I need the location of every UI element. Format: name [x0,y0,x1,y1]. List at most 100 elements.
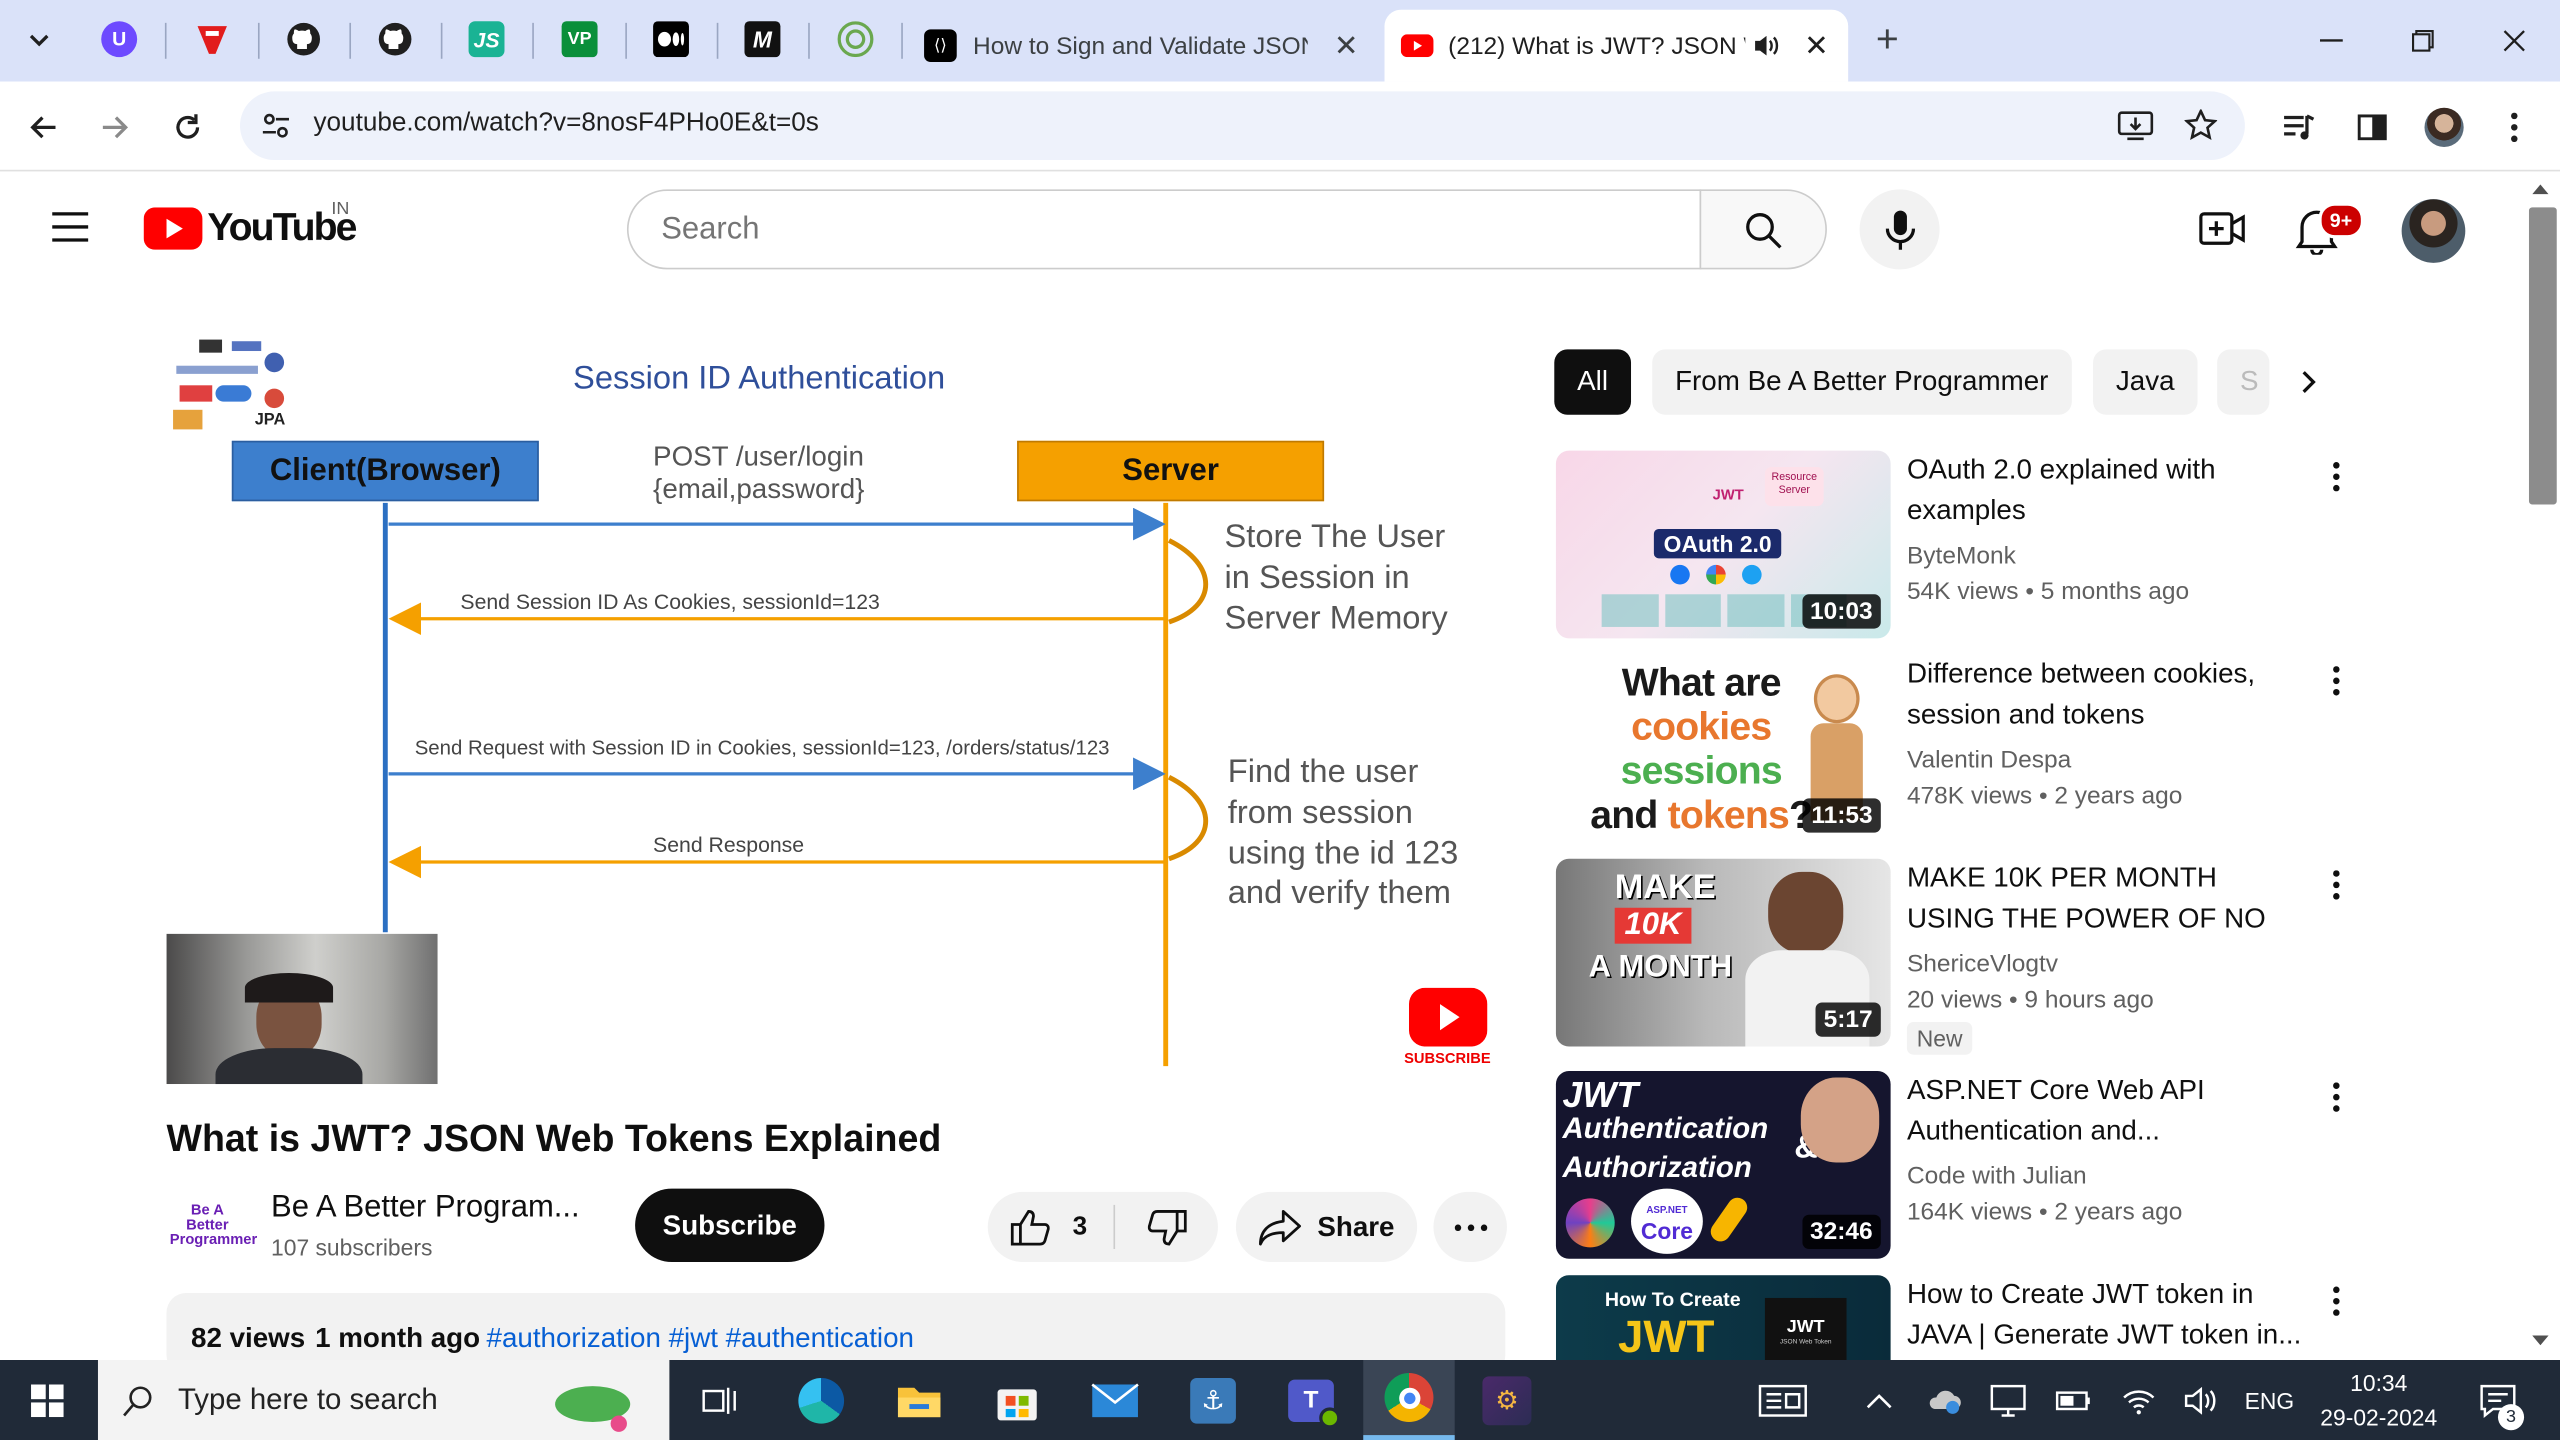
video-thumbnail[interactable]: What are cookies sessions and tokens? 11… [1555,654,1891,843]
more-options-button[interactable] [2320,865,2353,904]
taskbar-search-box[interactable]: Type here to search [97,1360,670,1440]
video-thumbnail[interactable]: JWT Authentication Authorization & ASP.N… [1555,1071,1891,1259]
list-item[interactable]: JWT Authentication Authorization & ASP.N… [1555,1071,2356,1259]
browser-menu-button[interactable] [2488,101,2540,153]
pinned-tab-js[interactable]: JS [464,16,510,62]
media-control-button[interactable] [2273,101,2325,153]
more-options-button[interactable] [2320,1078,2353,1117]
video-thumbnail[interactable]: MAKE 10K A MONTH 5:17 [1555,858,1891,1047]
file-explorer-button[interactable] [885,1360,954,1440]
tray-icon-display[interactable] [1987,1360,2029,1440]
tab-what-is-jwt[interactable]: (212) What is JWT? JSON W ✕ [1384,9,1849,82]
guide-menu-button[interactable] [49,209,91,245]
account-avatar[interactable] [2401,199,2466,263]
more-options-button[interactable] [2320,457,2353,496]
forward-button[interactable] [88,101,140,153]
new-tab-button[interactable]: + [1863,16,1912,65]
search-box[interactable] [626,189,1702,270]
chips-next-button[interactable] [2272,349,2345,415]
video-thumbnail[interactable]: JWT Resource Server OAuth 2.0 10:03 [1555,450,1891,639]
youtube-logo[interactable]: YouTube [143,206,357,252]
eclipse-taskbar-button[interactable]: ⚙ [1469,1360,1544,1440]
more-options-button[interactable] [2320,661,2353,700]
site-info-icon[interactable] [261,111,290,140]
hashtags[interactable]: #authorization #jwt #authentication [487,1322,914,1355]
input-language[interactable]: ENG [2237,1360,2302,1440]
teams-button[interactable]: T [1277,1360,1346,1440]
channel-name[interactable]: ByteMonk [1907,542,2016,570]
scroll-up-arrow[interactable] [2532,184,2549,195]
tab-search-button[interactable] [16,16,62,62]
list-item[interactable]: What are cookies sessions and tokens? 11… [1555,654,2356,843]
pinned-tab-github-2[interactable] [372,16,418,62]
chip-all[interactable]: All [1554,349,1631,415]
pinned-tab-medium[interactable] [648,16,694,62]
list-item[interactable]: How To Create JWT JWT JSON Web Token How… [1555,1275,2356,1360]
profile-button[interactable] [2418,101,2470,153]
pinned-tab-t[interactable] [189,16,235,62]
channel-name[interactable]: ShericeVlogtv [1907,950,2058,978]
back-button[interactable] [18,101,70,153]
dislike-button[interactable] [1115,1192,1218,1262]
minimize-button[interactable] [2307,16,2356,65]
video-title[interactable]: How to Create JWT token in JAVA | Genera… [1907,1275,2307,1355]
share-button[interactable]: Share [1235,1191,1418,1263]
news-widget-button[interactable] [1750,1360,1815,1440]
scrollbar-thumb[interactable] [2528,207,2557,505]
video-title[interactable]: OAuth 2.0 explained with examples [1907,451,2307,531]
chip-more[interactable]: S [2217,349,2270,415]
show-hidden-icons-button[interactable] [1858,1360,1900,1440]
edge-taskbar-button[interactable] [787,1360,856,1440]
action-center-button[interactable]: 3 [2465,1360,2530,1440]
chip-from-channel[interactable]: From Be A Better Programmer [1652,349,2072,415]
search-button[interactable] [1699,189,1827,270]
subscribe-button[interactable]: Subscribe [635,1188,825,1263]
video-thumbnail[interactable]: How To Create JWT JWT JSON Web Token [1555,1275,1891,1360]
pinned-tab-m[interactable]: M [740,16,786,62]
bookmark-star-icon[interactable] [2184,109,2218,142]
video-title[interactable]: MAKE 10K PER MONTH USING THE POWER OF NO… [1907,859,2307,939]
pinned-tab-chatgpt[interactable] [833,16,879,62]
url-text[interactable]: youtube.com/watch?v=8nosF4PHo0E&t=0s [313,109,818,138]
mail-button[interactable] [1081,1360,1150,1440]
chrome-taskbar-button[interactable] [1363,1360,1455,1440]
more-options-button[interactable] [2320,1282,2353,1321]
tab-sign-validate-json[interactable]: ⟨⟩ How to Sign and Validate JSON ✕ [914,10,1374,82]
side-panel-button[interactable] [2346,101,2398,153]
battery-button[interactable] [2052,1360,2094,1440]
reload-button[interactable] [162,101,214,153]
channel-avatar[interactable]: Be A Better Programmer [167,1189,257,1261]
voice-search-button[interactable] [1859,189,1940,270]
channel-name[interactable]: Valentin Despa [1907,746,2071,774]
pinned-tab-proton[interactable]: U [96,16,142,62]
pinned-tab-github-1[interactable] [281,16,327,62]
clock[interactable]: 10:34 29-02-2024 [2310,1360,2447,1440]
video-title[interactable]: ASP.NET Core Web API Authentication and.… [1907,1071,2307,1151]
audio-playing-icon[interactable] [1752,33,1781,59]
onedrive-button[interactable] [1923,1360,1965,1440]
restore-button[interactable] [2398,16,2447,65]
search-input[interactable] [661,212,1641,249]
channel-name[interactable]: Be A Better Program... [271,1190,580,1226]
list-item[interactable]: JWT Resource Server OAuth 2.0 10:03 OAut… [1555,450,2356,639]
scroll-down-arrow[interactable] [2532,1335,2549,1346]
volume-button[interactable] [2180,1360,2222,1440]
close-icon[interactable]: ✕ [1804,29,1829,63]
close-icon[interactable]: ✕ [1334,29,1359,63]
like-button[interactable]: 3 [988,1192,1114,1262]
wifi-button[interactable] [2118,1360,2160,1440]
mysql-workbench-button[interactable]: ⚓ [1179,1360,1248,1440]
store-button[interactable] [983,1360,1052,1440]
subscribe-overlay[interactable]: SUBSCRIBE [1404,987,1491,1066]
video-title[interactable]: Difference between cookies, session and … [1907,655,2307,735]
close-window-button[interactable] [2490,16,2539,65]
install-app-icon[interactable] [2117,109,2154,142]
task-view-button[interactable] [686,1360,755,1440]
channel-name[interactable]: Code with Julian [1907,1162,2087,1190]
list-item[interactable]: MAKE 10K A MONTH 5:17 MAKE 10K PER MONTH… [1555,858,2356,1055]
chip-java[interactable]: Java [2093,349,2198,415]
address-bar[interactable]: youtube.com/watch?v=8nosF4PHo0E&t=0s [240,91,2245,160]
pinned-tab-vp[interactable]: VP [557,16,603,62]
video-player[interactable]: JPA Session ID Authentication Client(Bro… [166,323,1506,1085]
start-button[interactable] [0,1360,95,1440]
